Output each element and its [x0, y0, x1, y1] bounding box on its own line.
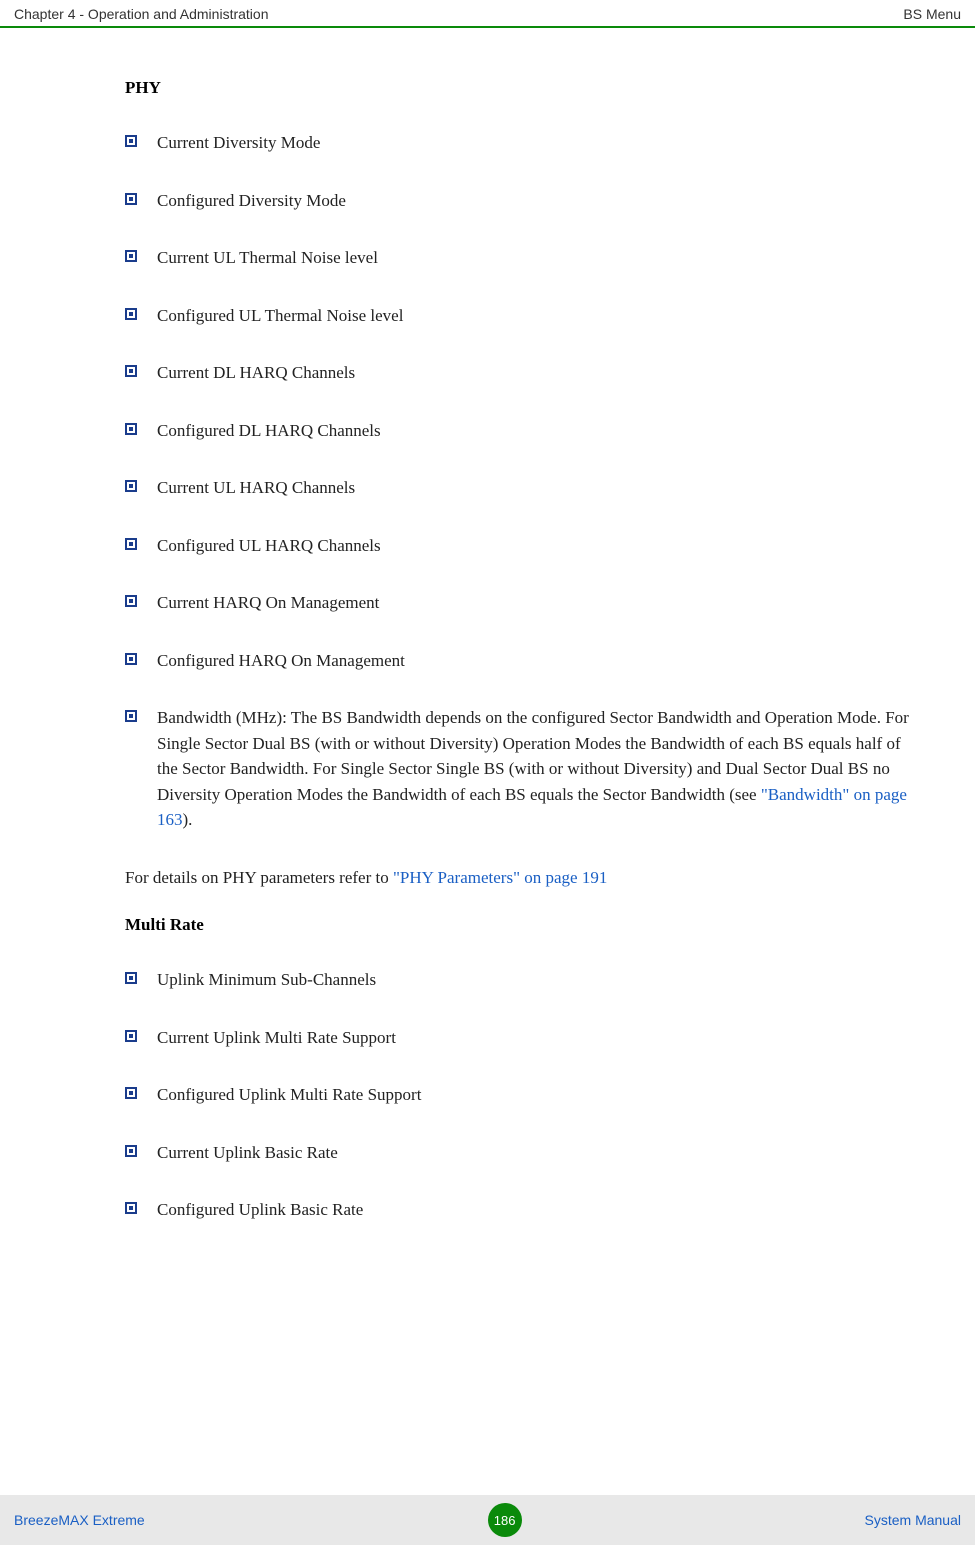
list-item-text: Configured Uplink Basic Rate	[157, 1197, 910, 1223]
bullet-icon	[125, 1145, 137, 1157]
page-header: Chapter 4 - Operation and Administration…	[0, 0, 975, 28]
section-title-phy: PHY	[125, 78, 910, 98]
list-item: Configured Uplink Basic Rate	[125, 1197, 910, 1223]
header-menu: BS Menu	[903, 6, 961, 22]
list-item-text: Configured Diversity Mode	[157, 188, 910, 214]
bullet-icon	[125, 710, 137, 722]
section-title-multirate: Multi Rate	[125, 915, 910, 935]
list-item: Configured UL HARQ Channels	[125, 533, 910, 559]
header-chapter: Chapter 4 - Operation and Administration	[14, 6, 268, 22]
bullet-icon	[125, 250, 137, 262]
list-item-text: Configured UL HARQ Channels	[157, 533, 910, 559]
bullet-icon	[125, 1087, 137, 1099]
bullet-icon	[125, 193, 137, 205]
bullet-icon	[125, 365, 137, 377]
footer-manual: System Manual	[865, 1512, 961, 1528]
list-item-text: Configured Uplink Multi Rate Support	[157, 1082, 910, 1108]
bullet-icon	[125, 972, 137, 984]
list-item: Current Uplink Multi Rate Support	[125, 1025, 910, 1051]
list-item: Configured UL Thermal Noise level	[125, 303, 910, 329]
list-item: Bandwidth (MHz): The BS Bandwidth depend…	[125, 705, 910, 833]
list-item: Current UL Thermal Noise level	[125, 245, 910, 271]
bandwidth-text-post: ).	[183, 810, 193, 829]
bullet-icon	[125, 308, 137, 320]
bullet-icon	[125, 595, 137, 607]
bullet-icon	[125, 538, 137, 550]
list-item-text: Configured UL Thermal Noise level	[157, 303, 910, 329]
phy-closing-paragraph: For details on PHY parameters refer to "…	[125, 865, 910, 891]
closing-text: For details on PHY parameters refer to	[125, 868, 393, 887]
bullet-icon	[125, 423, 137, 435]
phy-parameters-link[interactable]: "PHY Parameters" on page 191	[393, 868, 607, 887]
bullet-icon	[125, 135, 137, 147]
list-item: Uplink Minimum Sub-Channels	[125, 967, 910, 993]
list-item: Current DL HARQ Channels	[125, 360, 910, 386]
list-item: Current UL HARQ Channels	[125, 475, 910, 501]
list-item-text: Uplink Minimum Sub-Channels	[157, 967, 910, 993]
list-item: Current HARQ On Management	[125, 590, 910, 616]
list-item: Configured Uplink Multi Rate Support	[125, 1082, 910, 1108]
list-item-text: Configured HARQ On Management	[157, 648, 910, 674]
list-item: Configured DL HARQ Channels	[125, 418, 910, 444]
list-item-text: Current DL HARQ Channels	[157, 360, 910, 386]
page-footer: BreezeMAX Extreme 186 System Manual	[0, 1495, 975, 1545]
list-item-text: Current Uplink Basic Rate	[157, 1140, 910, 1166]
list-item-text: Bandwidth (MHz): The BS Bandwidth depend…	[157, 705, 910, 833]
bullet-icon	[125, 1202, 137, 1214]
list-item-text: Configured DL HARQ Channels	[157, 418, 910, 444]
page-number: 186	[488, 1503, 522, 1537]
bullet-icon	[125, 653, 137, 665]
multirate-list: Uplink Minimum Sub-Channels Current Upli…	[125, 967, 910, 1223]
list-item-text: Current Diversity Mode	[157, 130, 910, 156]
list-item: Configured Diversity Mode	[125, 188, 910, 214]
list-item-text: Current HARQ On Management	[157, 590, 910, 616]
list-item: Current Uplink Basic Rate	[125, 1140, 910, 1166]
phy-list: Current Diversity Mode Configured Divers…	[125, 130, 910, 833]
list-item: Current Diversity Mode	[125, 130, 910, 156]
list-item-text: Current UL HARQ Channels	[157, 475, 910, 501]
bullet-icon	[125, 480, 137, 492]
bullet-icon	[125, 1030, 137, 1042]
footer-product: BreezeMAX Extreme	[14, 1512, 145, 1528]
list-item: Configured HARQ On Management	[125, 648, 910, 674]
list-item-text: Current Uplink Multi Rate Support	[157, 1025, 910, 1051]
page-content: PHY Current Diversity Mode Configured Di…	[0, 28, 975, 1223]
list-item-text: Current UL Thermal Noise level	[157, 245, 910, 271]
